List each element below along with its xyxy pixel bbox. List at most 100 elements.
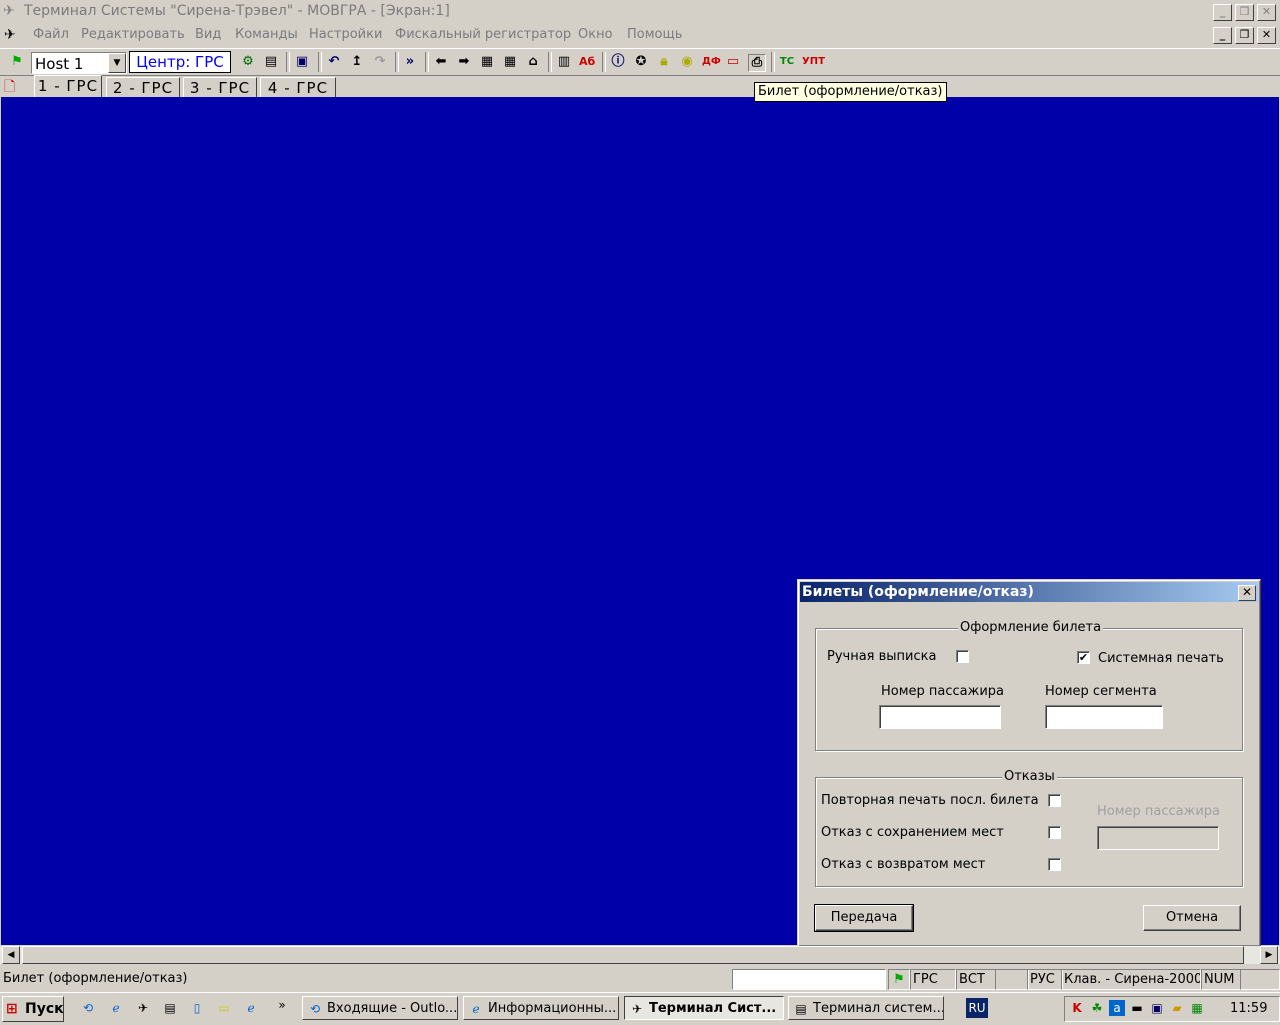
menu-settings[interactable]: Настройки bbox=[309, 27, 382, 42]
reprint-last-ticket-label: Повторная печать посл. билета bbox=[821, 793, 1039, 808]
spell-check-icon[interactable]: Аб bbox=[579, 54, 595, 70]
quicklaunch-ie2-icon[interactable]: ℯ bbox=[243, 1000, 259, 1016]
scroll-thumb[interactable] bbox=[22, 946, 1244, 964]
cancel-button[interactable]: Отмена bbox=[1143, 905, 1241, 931]
restore-button[interactable]: ❐ bbox=[1235, 4, 1254, 21]
minimize-button[interactable]: _ bbox=[1213, 4, 1232, 21]
status-input-cell bbox=[732, 969, 886, 990]
refusal-return-seats-label: Отказ с возвратом мест bbox=[821, 857, 986, 872]
building-icon[interactable]: ⌂ bbox=[525, 54, 541, 70]
kaspersky-icon[interactable]: K bbox=[1069, 1000, 1085, 1016]
task-terminal-2[interactable]: ▤ Терминал систем... bbox=[788, 996, 944, 1020]
redo-icon[interactable]: ↷ bbox=[372, 54, 388, 70]
ticket-icon[interactable]: ▭ bbox=[725, 54, 741, 70]
arrow-right-icon[interactable]: ➡ bbox=[456, 54, 472, 70]
traffic-light-icon[interactable]: ⚑ bbox=[9, 54, 25, 70]
clock: 11:59 bbox=[1230, 1001, 1268, 1016]
chevron-down-icon[interactable]: ▼ bbox=[108, 53, 126, 73]
info-icon[interactable]: ⓘ bbox=[610, 54, 626, 70]
close-button[interactable]: ✕ bbox=[1257, 4, 1276, 21]
scroll-left-icon[interactable]: ◀ bbox=[2, 946, 20, 964]
send-button[interactable]: Передача bbox=[814, 904, 914, 932]
task-ie[interactable]: ℯ Информационны... bbox=[463, 996, 619, 1020]
refusal-return-seats-checkbox[interactable] bbox=[1048, 858, 1061, 871]
quicklaunch-terminal-icon[interactable]: ✈ bbox=[135, 1000, 151, 1016]
horizontal-scrollbar[interactable]: ◀ ▶ bbox=[0, 946, 1280, 964]
calendar-left-icon[interactable]: ▦ bbox=[479, 54, 495, 70]
refusal-keep-seats-label: Отказ с сохранением мест bbox=[821, 825, 1004, 840]
network-icon[interactable]: ⚙ bbox=[240, 54, 256, 70]
mdi-minimize-button[interactable]: _ bbox=[1213, 27, 1232, 44]
arrow-left-icon[interactable]: ⬅ bbox=[433, 54, 449, 70]
toolbar-separator bbox=[318, 52, 322, 72]
menu-fiscal-registrar[interactable]: Фискальный регистратор bbox=[395, 27, 571, 42]
manual-issue-checkbox[interactable] bbox=[956, 650, 969, 663]
mdi-close-button[interactable]: ✕ bbox=[1257, 27, 1276, 44]
reprint-last-ticket-checkbox[interactable] bbox=[1048, 794, 1061, 807]
center-label: Центр: ГРС bbox=[129, 51, 231, 73]
mdi-restore-button[interactable]: ❐ bbox=[1235, 27, 1254, 44]
quicklaunch-doc-icon[interactable]: ▯ bbox=[189, 1000, 205, 1016]
system-print-label: Системная печать bbox=[1098, 651, 1224, 666]
task-label: Информационны... bbox=[488, 1001, 617, 1016]
tab-1-grs[interactable]: 1 - ГРС bbox=[34, 75, 102, 98]
network-tray-icon[interactable]: ☘ bbox=[1089, 1000, 1105, 1016]
upt-icon[interactable]: УПТ bbox=[802, 54, 825, 70]
folder-tray-icon[interactable]: ▰ bbox=[1169, 1000, 1185, 1016]
passenger-number-field[interactable] bbox=[879, 705, 1001, 729]
refusals-group: Отказы Повторная печать посл. билета Отк… bbox=[815, 769, 1243, 887]
segment-number-field[interactable] bbox=[1045, 705, 1163, 729]
language-indicator[interactable]: RU bbox=[966, 998, 988, 1018]
quicklaunch-app-icon[interactable]: ▤ bbox=[162, 1000, 178, 1016]
toolbar: ⚑ Host 1 ▼ Центр: ГРС ⚙ ▤ ▣ ↶ ↥ ↷ » ⬅ ➡ … bbox=[0, 48, 1280, 76]
tab-3-grs[interactable]: 3 - ГРС bbox=[183, 77, 257, 98]
menu-help[interactable]: Помощь bbox=[627, 27, 682, 42]
quicklaunch-folder-icon[interactable]: ▭ bbox=[216, 1000, 232, 1016]
gold-coin-icon[interactable]: ◉ bbox=[679, 54, 695, 70]
calendar-right-icon[interactable]: ▦ bbox=[502, 54, 518, 70]
refusal-keep-seats-checkbox[interactable] bbox=[1048, 826, 1061, 839]
upload-icon[interactable]: ↥ bbox=[349, 54, 365, 70]
quicklaunch-outlook-icon[interactable]: ⟲ bbox=[80, 1000, 96, 1016]
menu-file[interactable]: Файл bbox=[33, 27, 69, 42]
tab-2-grs[interactable]: 2 - ГРС bbox=[106, 77, 180, 98]
scroll-right-icon[interactable]: ▶ bbox=[1260, 946, 1278, 964]
tab-4-grs[interactable]: 4 - ГРС bbox=[260, 77, 336, 98]
fast-forward-icon[interactable]: » bbox=[402, 54, 418, 70]
menu-edit[interactable]: Редактировать bbox=[81, 27, 185, 42]
quicklaunch-more-icon[interactable]: » bbox=[274, 997, 290, 1013]
form-icon[interactable]: ▥ bbox=[556, 54, 572, 70]
display-tray-icon[interactable]: ▣ bbox=[1149, 1000, 1165, 1016]
segment-number-label: Номер сегмента bbox=[1045, 684, 1157, 699]
undo-icon[interactable]: ↶ bbox=[326, 54, 342, 70]
status-empty-cell bbox=[995, 969, 1029, 990]
task-terminal-active[interactable]: ✈ Терминал Сист... bbox=[624, 996, 784, 1020]
app-icon[interactable]: ✈ bbox=[4, 27, 16, 43]
df-icon[interactable]: ДФ bbox=[702, 54, 721, 70]
host-select[interactable]: Host 1 ▼ bbox=[31, 52, 127, 74]
tc-icon[interactable]: TC bbox=[779, 54, 795, 70]
task-outlook[interactable]: ⟲ Входящие - Outlo... bbox=[302, 996, 458, 1020]
monitor-tray-icon[interactable]: ▬ bbox=[1129, 1000, 1145, 1016]
toolbar-separator bbox=[286, 52, 290, 72]
toolbar-separator bbox=[548, 52, 552, 72]
dialog-close-button[interactable]: ✕ bbox=[1238, 585, 1256, 601]
start-button[interactable]: ⊞ Пуск bbox=[2, 996, 64, 1022]
menu-window[interactable]: Окно bbox=[578, 27, 613, 42]
printer-icon[interactable]: ⎙ bbox=[748, 54, 766, 72]
title-bar: ✈ Терминал Системы "Сирена-Трэвел" - МОВ… bbox=[0, 0, 1280, 24]
seal-icon[interactable]: ✪ bbox=[633, 54, 649, 70]
menu-view[interactable]: Вид bbox=[195, 27, 221, 42]
status-message: Билет (оформление/отказ) bbox=[3, 971, 188, 986]
clipboard-icon[interactable]: ▤ bbox=[263, 54, 279, 70]
system-print-checkbox[interactable]: ✔ bbox=[1077, 651, 1090, 664]
quicklaunch-ie-icon[interactable]: ℯ bbox=[108, 1000, 124, 1016]
menu-commands[interactable]: Команды bbox=[235, 27, 298, 42]
hardware-tray-icon[interactable]: ▦ bbox=[1189, 1000, 1205, 1016]
taskbar: ⊞ Пуск ⟲ ℯ ✈ ▤ ▯ ▭ ℯ » ⟲ Входящие - Outl… bbox=[0, 992, 1280, 1025]
agent-tray-icon[interactable]: a bbox=[1109, 1000, 1125, 1016]
lock-icon[interactable]: 🔒︎ bbox=[656, 54, 672, 70]
tickets-dialog: Билеты (оформление/отказ) ✕ Оформление б… bbox=[797, 579, 1261, 947]
host-select-value: Host 1 bbox=[35, 55, 84, 73]
screen-icon[interactable]: ▣ bbox=[294, 54, 310, 70]
